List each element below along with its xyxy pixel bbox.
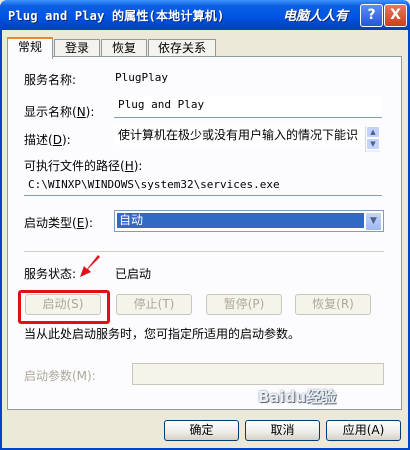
service-status-label: 服务状态: xyxy=(24,267,77,281)
description-label: 描述(D): xyxy=(24,133,71,147)
red-arrow-icon xyxy=(80,255,100,277)
divider xyxy=(24,251,384,252)
display-name-field[interactable]: Plug and Play xyxy=(114,96,382,118)
startup-type-selected: 自动 xyxy=(117,213,364,228)
stop-button[interactable]: 停止(T) xyxy=(116,294,192,315)
chevron-down-icon[interactable]: ▼ xyxy=(365,212,382,231)
apply-button[interactable]: 应用(A) xyxy=(326,420,401,441)
start-params-field[interactable] xyxy=(132,363,384,385)
tab-recovery[interactable]: 恢复 xyxy=(101,39,147,57)
close-button[interactable]: X xyxy=(384,4,407,27)
window-title: Plug and Play 的属性(本地计算机) xyxy=(8,9,225,23)
tab-logon[interactable]: 登录 xyxy=(54,39,100,57)
startup-type-label: 启动类型(E): xyxy=(24,216,94,230)
pause-button[interactable]: 暂停(P) xyxy=(206,294,282,315)
display-name-label: 显示名称(N): xyxy=(24,105,95,119)
cancel-button[interactable]: 取消 xyxy=(245,420,320,441)
service-status-value: 已启动 xyxy=(115,267,152,281)
title-bar[interactable]: Plug and Play 的属性(本地计算机) 电脑人人有 ? X xyxy=(0,0,410,30)
ok-button[interactable]: 确定 xyxy=(164,420,239,441)
watermark-bottom: Baidu经验 xyxy=(258,388,337,406)
start-button[interactable]: 启动(S) xyxy=(25,294,101,315)
service-name-value: PlugPlay xyxy=(115,71,168,84)
path-field: C:\WINXP\WINDOWS\system32\services.exe xyxy=(24,176,382,196)
description-field[interactable]: 使计算机在极少或没有用户输入的情况下能识 xyxy=(114,125,364,145)
startup-type-select[interactable]: 自动 ▼ xyxy=(114,210,384,232)
watermark-top: 电脑人人有 xyxy=(283,9,349,24)
hint-text: 当从此处启动服务时，您可指定所适用的启动参数。 xyxy=(24,327,301,341)
tab-general[interactable]: 常规 xyxy=(7,37,53,59)
scroll-up-icon[interactable]: ▲ xyxy=(366,126,380,138)
path-label: 可执行文件的路径(H): xyxy=(24,159,143,173)
service-name-label: 服务名称: xyxy=(24,73,77,87)
tab-panel-general: 服务名称: PlugPlay 显示名称(N): Plug and Play 描述… xyxy=(7,56,402,410)
help-button[interactable]: ? xyxy=(360,4,383,27)
scroll-down-icon[interactable]: ▼ xyxy=(366,138,380,150)
start-params-label: 启动参数(M): xyxy=(24,369,96,383)
resume-button[interactable]: 恢复(R) xyxy=(295,294,371,315)
tab-dependencies[interactable]: 依存关系 xyxy=(148,39,216,57)
description-scrollbar[interactable]: ▲ ▼ xyxy=(365,126,380,152)
